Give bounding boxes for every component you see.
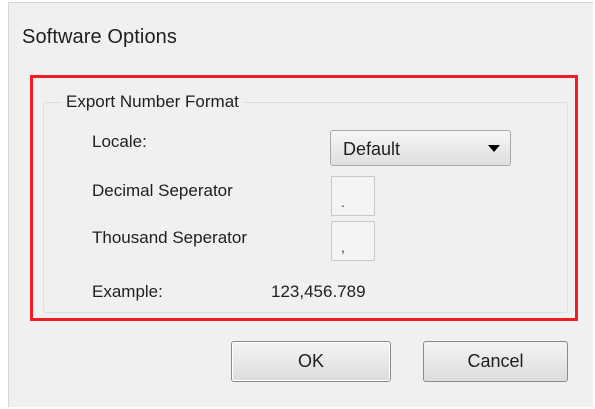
thousand-separator-value: ,	[341, 239, 345, 255]
locale-selected-value: Default	[343, 139, 401, 159]
ok-button[interactable]: OK	[231, 341, 391, 382]
cancel-button[interactable]: Cancel	[423, 341, 568, 382]
group-legend: Export Number Format	[62, 92, 243, 112]
locale-label: Locale:	[92, 132, 147, 151]
example-value: 123,456.789	[271, 282, 366, 301]
dialog-title: Software Options	[22, 26, 178, 48]
thousand-separator-input[interactable]: ,	[331, 221, 375, 261]
example-label: Example:	[92, 282, 163, 301]
locale-select[interactable]: Default	[330, 130, 511, 166]
decimal-separator-label: Decimal Seperator	[92, 181, 233, 200]
decimal-separator-value: .	[341, 194, 345, 210]
chevron-down-icon	[488, 145, 500, 152]
thousand-separator-label: Thousand Seperator	[92, 228, 247, 247]
decimal-separator-input[interactable]: .	[331, 176, 375, 216]
